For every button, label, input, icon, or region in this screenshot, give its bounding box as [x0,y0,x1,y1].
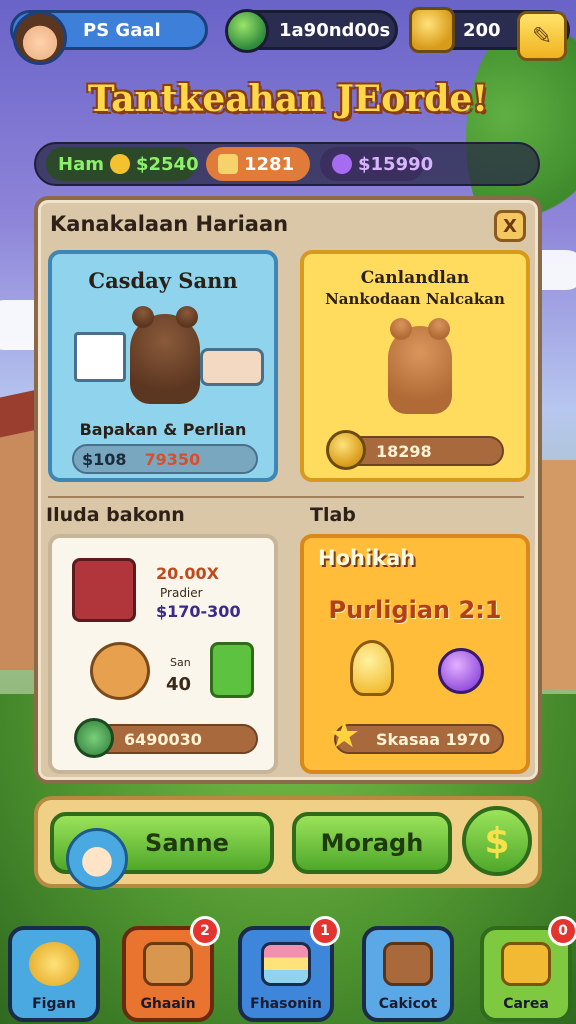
pencil-edit-button[interactable]: ✎ [517,11,567,61]
nav-item-fhasonin[interactable]: 1 Fhasonin [238,916,340,1022]
card-headline: Purligian 2:1 [328,596,502,624]
small-value: 40 [166,674,192,695]
sanne-button[interactable]: Sanne [50,812,274,890]
gems-counter[interactable]: 1a90nd00s [225,9,398,53]
star-trophy-icon [29,942,79,986]
bottom-nav: Figan 2 Ghaain 1 Fhasonin Cakicot 0 Care… [0,914,576,1024]
nav-label: Carea [503,996,549,1012]
section-label-left: Iluda bakonn [46,504,185,526]
bear-character [388,318,452,414]
panel-title: Kanakalaan Hariaan [50,212,289,236]
resource-gem: $15990 [320,147,433,181]
bear-character [130,306,200,404]
resource-crate: 1281 [206,147,310,181]
green-gear-icon [74,718,114,758]
resource-ham: Ham $2540 [46,147,199,181]
book-stack-icon [261,942,311,986]
sanne-button-label: Sanne [145,829,229,857]
action-bar: Sanne Moragh $ [34,796,542,890]
nav-label: Ghaain [140,996,196,1012]
card-subtitle: Bapakan & Perlian [79,420,247,439]
wooden-tools-icon [383,942,433,986]
player-profile-pill[interactable]: PS Gaal [10,10,208,65]
nav-label: Figan [32,996,76,1012]
nav-item-ghaain[interactable]: 2 Ghaain [122,916,220,1022]
crate-icon [143,942,193,986]
offer-label: Pradier [160,586,203,600]
cookie-character-icon [90,642,150,700]
nav-item-carea[interactable]: 0 Carea [480,916,576,1022]
resource-value: 1281 [244,153,295,175]
coins-counter[interactable]: 200 ✎ [409,7,570,61]
gems-value: 1a90nd00s [279,19,391,41]
notification-badge: 2 [190,916,220,946]
coin-stack-icon [409,7,455,53]
treasure-chest-icon [72,558,136,622]
crate-icon [218,154,238,174]
section-label-right: Tlab [310,504,356,526]
small-label: San [170,656,191,669]
card-price-bar: $108 79350 [72,444,258,474]
card-price-bar: 6490030 [74,718,258,758]
price-left: $108 [82,449,127,469]
price-right: 79350 [144,449,201,469]
coin-badge-icon [326,430,366,470]
dollar-icon[interactable]: $ [462,806,532,876]
kids-reading-icon [200,348,264,386]
purple-orb-icon [438,648,484,694]
moragh-button-label: Moragh [320,829,424,857]
gem-icon [225,9,269,53]
notification-badge: 1 [310,916,340,946]
card-price-bar: ★ Skasaa 1970 [328,718,504,754]
nav-label: Cakicot [378,996,438,1012]
top-bar: PS Gaal 1a90nd00s 200 ✎ [10,6,570,65]
card-subtitle: Nankodaan Nalcakan [325,290,505,308]
shop-card-casday[interactable]: Casday Sann Bapakan & Perlian $108 79350 [48,250,278,482]
price-value: 18298 [376,441,432,461]
offer-price: $170-300 [156,602,241,621]
coins-value: 200 [463,19,501,41]
nav-item-figan[interactable]: Figan [8,926,100,1022]
card-title: Casday Sann [88,268,238,293]
close-button[interactable]: X [494,210,526,242]
purple-gem-icon [332,154,352,174]
resource-value: $2540 [135,153,199,175]
gold-coin-icon [109,154,130,174]
resource-bar: Ham $2540 1281 $15990 [34,142,540,186]
shop-panel: Kanakalaan Hariaan X Casday Sann Bapakan… [34,196,542,784]
shop-card-canlandlan[interactable]: Canlandlan Nankodaan Nalcakan 18298 [300,250,530,482]
green-boot-icon [210,642,254,698]
offer-multiplier: 20.00X [156,564,219,583]
lightbulb-icon [350,640,394,696]
price-value: 6490030 [124,729,202,749]
nav-item-cakicot[interactable]: Cakicot [362,926,454,1022]
shop-card-hohikah[interactable]: Hohikah Purligian 2:1 ★ Skasaa 1970 [300,534,530,774]
player-avatar[interactable] [13,11,67,65]
whiteboard-icon [74,332,126,382]
shop-card-chest[interactable]: 20.00X Pradier $170-300 San 40 6490030 [48,534,278,774]
card-title: Canlandlan [360,268,470,288]
price-value: Skasaa 1970 [376,729,491,749]
mascot-avatar-icon [66,828,128,890]
player-name: PS Gaal [83,19,161,41]
nav-label: Fhasonin [250,996,322,1012]
moragh-button[interactable]: Moragh [292,812,452,874]
section-divider [48,496,524,498]
resource-label: Ham [58,153,104,175]
page-title: Tantkeahan JEorde! [87,78,489,120]
shopping-bag-icon [501,942,551,986]
resource-value: $15990 [358,153,434,175]
card-title: Hohikah [318,546,416,570]
star-icon: ★ [328,715,361,756]
notification-badge: 0 [548,916,576,946]
card-price-bar: 18298 [326,430,504,470]
